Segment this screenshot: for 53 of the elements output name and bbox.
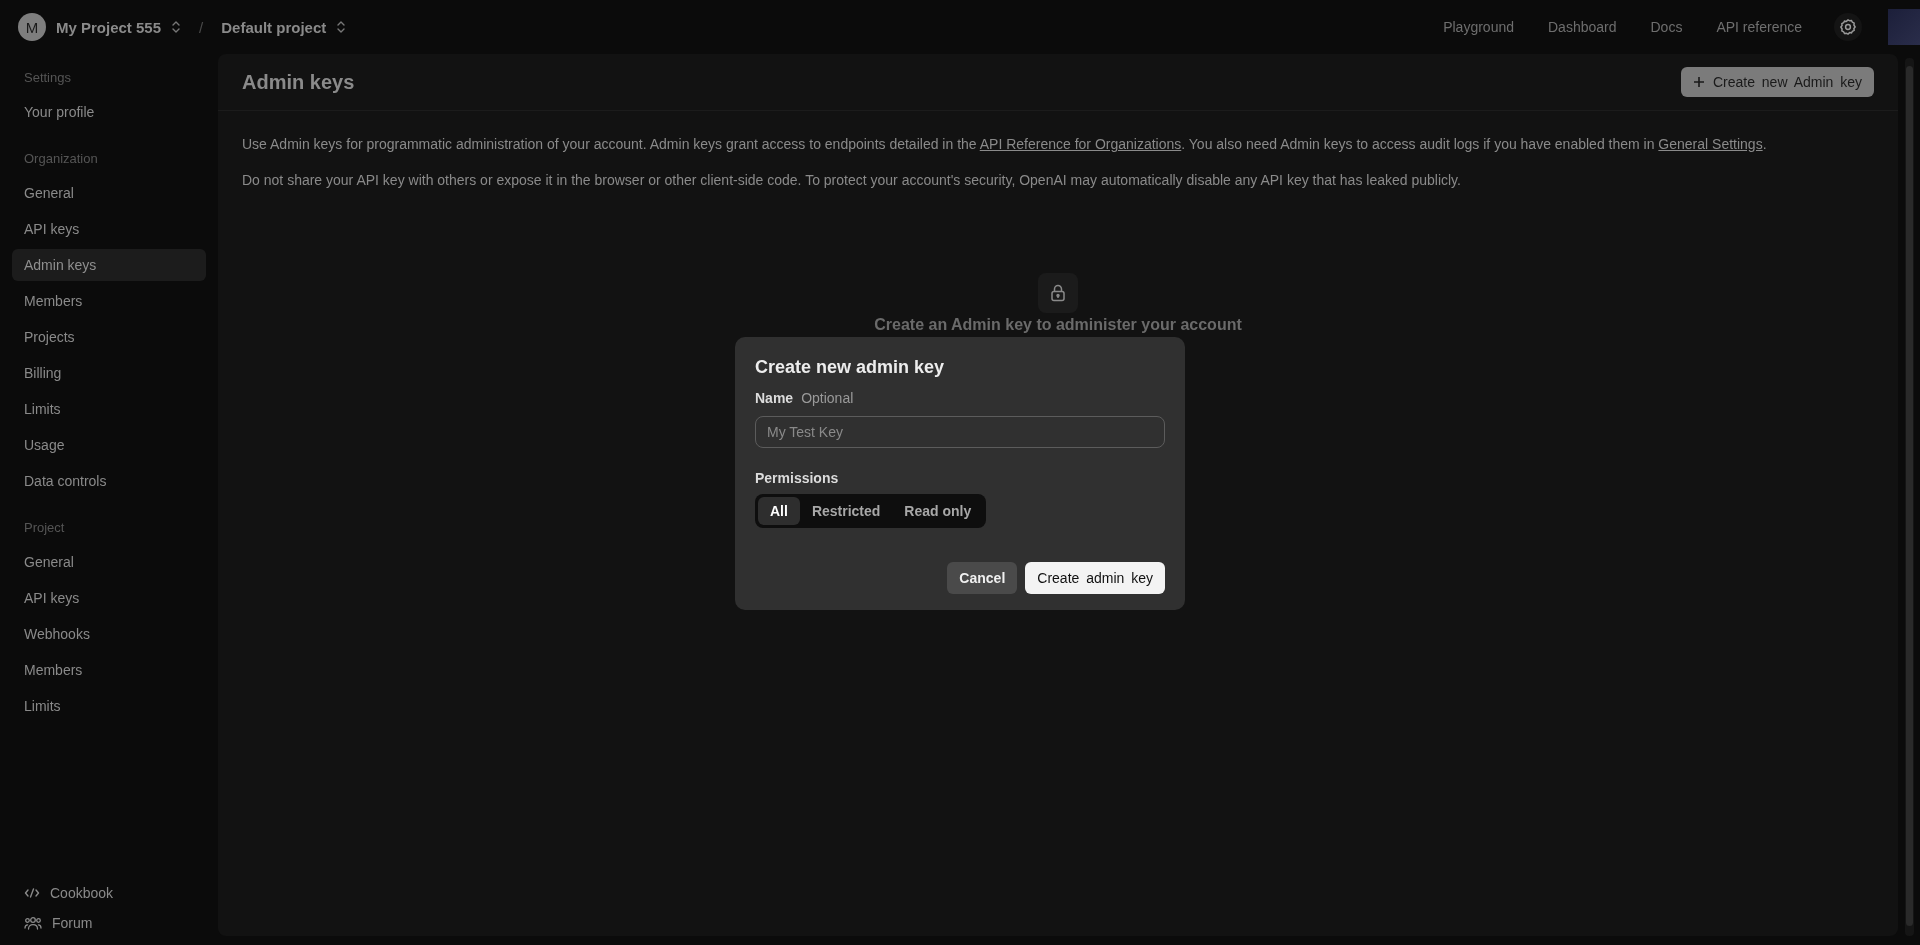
create-button[interactable]: Create admin key xyxy=(1025,562,1165,594)
cancel-button[interactable]: Cancel xyxy=(947,562,1018,594)
sidebar-item[interactable]: Members xyxy=(12,285,206,317)
sidebar-item[interactable]: Usage xyxy=(12,429,206,461)
sidebar-item[interactable]: Data controls xyxy=(12,465,206,497)
sidebar-item[interactable]: General xyxy=(12,177,206,209)
sidebar-item[interactable]: Billing xyxy=(12,357,206,389)
sidebar-item[interactable]: Webhooks xyxy=(12,618,206,650)
section-heading: Organization xyxy=(23,151,99,166)
footer-link[interactable]: Cookbook xyxy=(50,885,114,901)
organization-avatar[interactable]: M xyxy=(18,13,46,41)
permission-option[interactable]: Read only xyxy=(892,497,984,525)
nav-link[interactable]: Dashboard xyxy=(1548,19,1617,35)
optional-hint: Optional xyxy=(801,390,854,406)
sidebar-item[interactable]: API keys xyxy=(12,582,206,614)
field-label: Name xyxy=(755,390,794,406)
people-icon xyxy=(24,916,42,930)
sidebar-item[interactable]: Members xyxy=(12,654,206,686)
sidebar-item[interactable]: Limits xyxy=(12,393,206,425)
text-link[interactable]: General Settings xyxy=(1658,136,1763,152)
empty-state-message: Create an Admin key to administer your account xyxy=(874,316,1242,334)
create-key-button[interactable]: Create new Admin key xyxy=(1680,67,1874,97)
project-switcher[interactable]: Default project xyxy=(221,18,327,36)
dialog-title: Create new admin key xyxy=(755,357,946,378)
sidebar-item[interactable]: Projects xyxy=(12,321,206,353)
scrollbar[interactable] xyxy=(1905,58,1914,936)
page-title: Admin keys xyxy=(242,70,355,94)
sidebar-item[interactable]: Limits xyxy=(12,690,206,722)
permission-option[interactable]: All xyxy=(758,497,800,525)
sidebar-item[interactable]: Admin keys xyxy=(12,249,206,281)
chevron-icon xyxy=(336,20,347,34)
permissions-label: Permissions xyxy=(755,470,840,486)
nav-link[interactable]: Playground xyxy=(1443,19,1514,35)
lock-icon xyxy=(1038,273,1078,313)
sidebar-item[interactable]: General xyxy=(12,546,206,578)
section-heading: Project xyxy=(23,520,66,535)
name-input-field[interactable]: My Test Key xyxy=(755,416,1165,448)
plus-icon xyxy=(1692,76,1705,88)
chevron-icon xyxy=(171,20,182,34)
code-icon xyxy=(24,887,40,899)
nav-link[interactable]: Docs xyxy=(1650,19,1683,35)
permission-option[interactable]: Restricted xyxy=(799,497,893,525)
organization-switcher[interactable]: My Project 555 xyxy=(56,18,162,36)
sidebar-item[interactable]: API keys xyxy=(12,213,206,245)
description-text: Use Admin keys for programmatic administration of your account. Admin keys grant access to endpoints detailed in the API Reference for Organizations. You also need Admin keys to access audit logs if you have enabled them in General Settings. xyxy=(242,135,1768,153)
nav-link[interactable]: API reference xyxy=(1716,19,1802,35)
settings-icon[interactable] xyxy=(1834,13,1862,41)
section-heading: Settings xyxy=(23,70,72,85)
footer-link[interactable]: Forum xyxy=(52,915,93,931)
description-text: Do not share your API key with others or expose it in the browser or other client-side code. To protect your account's security, OpenAI may automatically disable any API key that has leaked publicly. xyxy=(242,171,1462,189)
sidebar-item[interactable]: Your profile xyxy=(12,96,206,128)
breadcrumb-separator: / xyxy=(199,18,204,36)
user-avatar[interactable] xyxy=(1888,9,1920,45)
